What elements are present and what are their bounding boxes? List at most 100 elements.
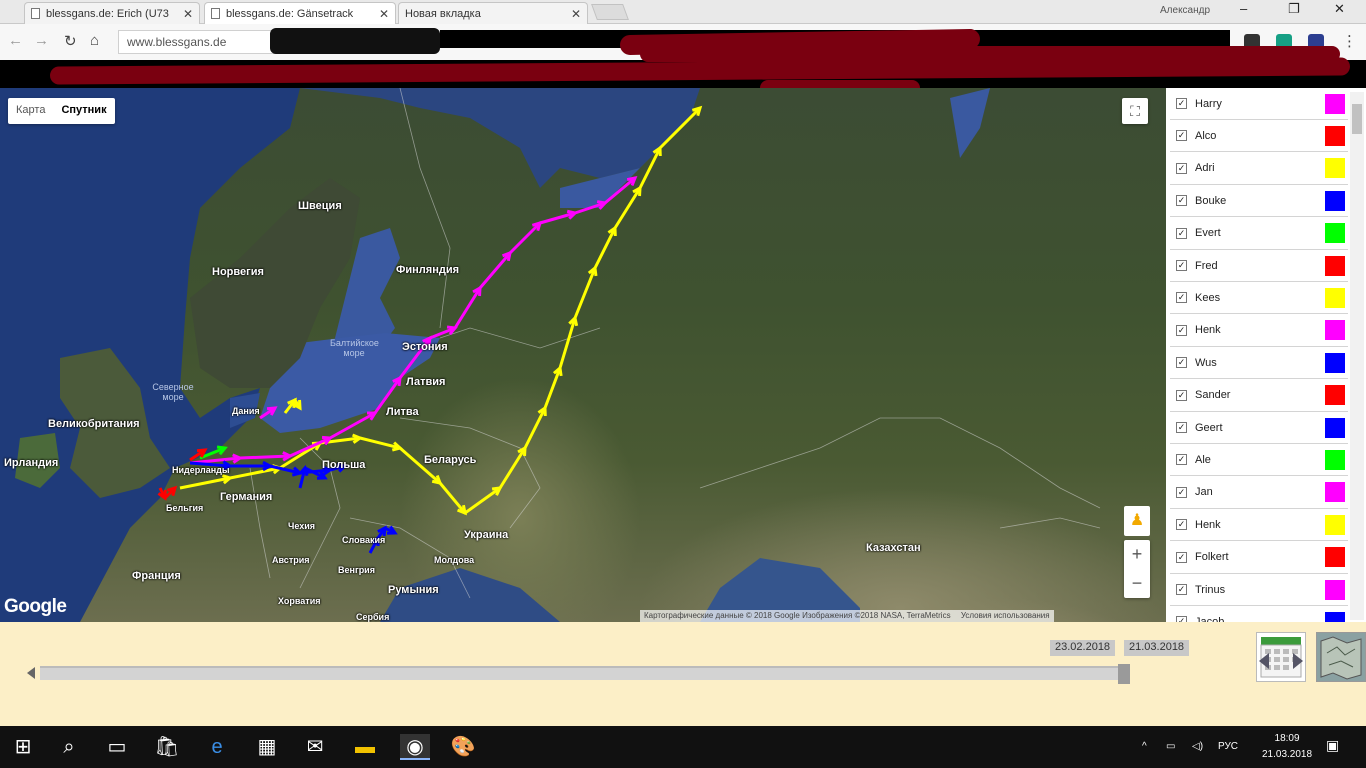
scrollbar-thumb[interactable]: [1352, 104, 1362, 134]
bird-row[interactable]: ✓ Trinus: [1170, 574, 1348, 606]
bird-name: Geert: [1195, 421, 1223, 434]
network-icon[interactable]: ▭: [1166, 741, 1175, 752]
timeline-handle[interactable]: [1118, 664, 1130, 684]
bird-list-scrollbar[interactable]: [1350, 92, 1364, 620]
browser-tab-strip: blessgans.de: Erich (U73 ✕ blessgans.de:…: [0, 0, 1366, 24]
bird-row[interactable]: ✓ Jacob: [1170, 606, 1348, 622]
street-view-pegman-icon[interactable]: ♟: [1124, 506, 1150, 536]
bird-checkbox[interactable]: ✓: [1176, 130, 1187, 142]
minimize-icon[interactable]: –: [1240, 1, 1247, 16]
bird-row[interactable]: ✓ Fred: [1170, 250, 1348, 282]
terms-link[interactable]: Условия использования: [961, 611, 1050, 620]
new-tab-button[interactable]: [591, 4, 629, 20]
bird-checkbox[interactable]: ✓: [1176, 195, 1187, 207]
bird-row[interactable]: ✓ Wus: [1170, 347, 1348, 380]
bird-row[interactable]: ✓ Kees: [1170, 282, 1348, 315]
bird-name: Wus: [1195, 356, 1217, 369]
label-austria: Австрия: [272, 555, 310, 565]
bird-row[interactable]: ✓ Harry: [1170, 88, 1348, 120]
calendar-button[interactable]: [1256, 632, 1306, 682]
timeline-start-arrow-icon[interactable]: [27, 667, 35, 679]
fullscreen-icon[interactable]: ⛶: [1122, 98, 1148, 124]
store-icon[interactable]: 🛍: [154, 734, 180, 760]
document-icon: [211, 8, 220, 19]
close-icon[interactable]: ✕: [379, 7, 389, 21]
file-explorer-icon[interactable]: ▬: [352, 734, 378, 760]
close-window-icon[interactable]: ✕: [1334, 1, 1345, 17]
label-netherlands: Нидерланды: [172, 465, 230, 475]
close-icon[interactable]: ✕: [571, 7, 581, 21]
paint-icon[interactable]: 🎨: [450, 734, 476, 760]
bird-row[interactable]: ✓ Alco: [1170, 120, 1348, 153]
bird-row[interactable]: ✓ Geert: [1170, 412, 1348, 444]
bird-checkbox[interactable]: ✓: [1176, 551, 1187, 563]
map-view-button[interactable]: [1316, 632, 1366, 682]
profile-name[interactable]: Александр: [1160, 5, 1210, 16]
menu-icon[interactable]: ⋮: [1342, 32, 1357, 50]
task-view-icon[interactable]: ▭: [104, 734, 130, 760]
bird-checkbox[interactable]: ✓: [1176, 324, 1187, 336]
back-icon[interactable]: ←: [8, 32, 23, 49]
bird-row[interactable]: ✓ Adri: [1170, 153, 1348, 185]
bird-name: Henk: [1195, 518, 1221, 531]
timeline-start-date: 23.02.2018: [1050, 640, 1116, 656]
bird-checkbox[interactable]: ✓: [1176, 357, 1187, 369]
windows-start-icon[interactable]: ⊞: [10, 734, 36, 760]
bird-checkbox[interactable]: ✓: [1176, 227, 1187, 239]
bird-checkbox[interactable]: ✓: [1176, 486, 1187, 498]
bird-checkbox[interactable]: ✓: [1176, 98, 1187, 109]
bird-row[interactable]: ✓ Bouke: [1170, 185, 1348, 218]
home-icon[interactable]: ⌂: [90, 32, 99, 49]
timeline-track[interactable]: [40, 666, 1130, 680]
map-type-map-button[interactable]: Карта: [8, 98, 53, 124]
tab-title: blessgans.de: Erich (U73: [46, 7, 169, 20]
tab-new[interactable]: Новая вкладка ✕: [398, 2, 588, 24]
zoom-in-button[interactable]: +: [1124, 540, 1150, 569]
bird-checkbox[interactable]: ✓: [1176, 519, 1187, 531]
map-attribution: Картографические данные © 2018 Google Из…: [640, 610, 1054, 622]
tray-chevron-icon[interactable]: ^: [1142, 741, 1147, 752]
map-type-satellite-button[interactable]: Спутник: [53, 98, 114, 124]
map-type-control: Карта Спутник: [8, 98, 115, 124]
search-icon[interactable]: ⌕: [56, 734, 82, 760]
bird-checkbox[interactable]: ✓: [1176, 260, 1187, 271]
tab-erich[interactable]: blessgans.de: Erich (U73 ✕: [24, 2, 200, 24]
tab-gaensetrack[interactable]: blessgans.de: Gänsetrack ✕: [204, 2, 396, 24]
bird-row[interactable]: ✓ Evert: [1170, 218, 1348, 250]
satellite-map[interactable]: Швеция Норвегия Финляндия Эстония Латвия…: [0, 88, 1166, 622]
mail-icon[interactable]: ✉: [302, 734, 328, 760]
label-sweden: Швеция: [298, 200, 342, 212]
language-indicator[interactable]: РУС: [1218, 741, 1238, 752]
reload-icon[interactable]: ↻: [64, 32, 77, 50]
label-germany: Германия: [220, 491, 273, 503]
bird-name: Sander: [1195, 389, 1231, 402]
bird-checkbox[interactable]: ✓: [1176, 162, 1187, 174]
bird-row[interactable]: ✓ Folkert: [1170, 542, 1348, 574]
bird-name: Adri: [1195, 162, 1215, 175]
zoom-out-button[interactable]: −: [1124, 569, 1150, 598]
forward-icon[interactable]: →: [34, 32, 49, 49]
bird-row[interactable]: ✓ Ale: [1170, 444, 1348, 477]
close-icon[interactable]: ✕: [183, 7, 193, 21]
bird-color-swatch: [1325, 611, 1345, 622]
bird-checkbox[interactable]: ✓: [1176, 454, 1187, 466]
bird-row[interactable]: ✓ Henk: [1170, 509, 1348, 542]
bird-row[interactable]: ✓ Jan: [1170, 477, 1348, 509]
label-ukraine: Украина: [464, 529, 509, 541]
notifications-icon[interactable]: ▣: [1326, 737, 1339, 754]
bird-checkbox[interactable]: ✓: [1176, 292, 1187, 304]
restore-icon[interactable]: ❐: [1288, 1, 1300, 17]
bird-checkbox[interactable]: ✓: [1176, 389, 1187, 401]
chrome-icon[interactable]: ◉: [400, 734, 430, 760]
bird-color-swatch: [1325, 352, 1345, 373]
bird-row[interactable]: ✓ Henk: [1170, 315, 1348, 347]
bird-row[interactable]: ✓ Sander: [1170, 380, 1348, 412]
edge-icon[interactable]: e: [204, 734, 230, 760]
volume-icon[interactable]: ◁): [1192, 741, 1203, 752]
bird-checkbox[interactable]: ✓: [1176, 422, 1187, 433]
bird-color-swatch: [1325, 320, 1345, 341]
clock[interactable]: 18:09 21.03.2018: [1262, 731, 1312, 763]
calculator-icon[interactable]: ▦: [254, 734, 280, 760]
bird-color-swatch: [1325, 223, 1345, 244]
bird-checkbox[interactable]: ✓: [1176, 584, 1187, 595]
